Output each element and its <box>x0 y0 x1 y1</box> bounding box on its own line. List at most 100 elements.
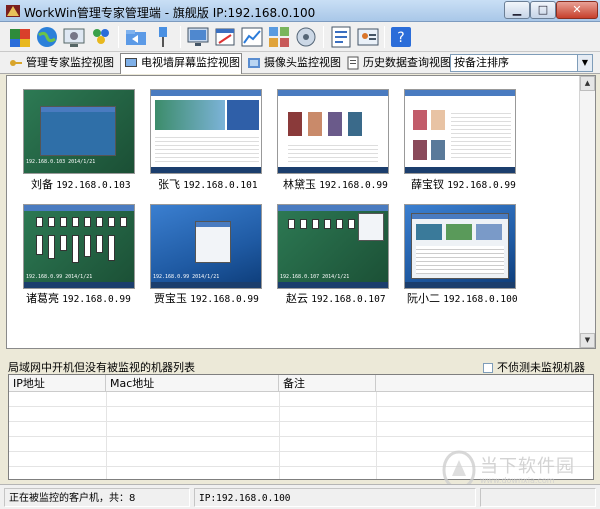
client-caption: 贾宝玉 192.168.0.99 <box>154 290 282 306</box>
watermark-text: 当下软件园 <box>480 456 575 477</box>
product-image <box>288 112 302 136</box>
folder-icon[interactable] <box>124 25 148 49</box>
context-menu-thumbnail <box>358 213 384 241</box>
tab-label: 电视墙屏幕监控视图 <box>141 56 240 69</box>
users-icon[interactable] <box>8 25 32 49</box>
webpage-text <box>288 142 378 164</box>
table-row <box>9 392 593 407</box>
client-ip: 192.168.0.99 <box>62 294 131 305</box>
screen-wall: 192.168.0.103 2014/1/21 刘备 192.168.0.103… <box>6 75 596 349</box>
client-name: 刘备 <box>31 178 53 191</box>
svg-text:?: ? <box>397 30 404 46</box>
playing-card <box>36 217 43 227</box>
disk-icon[interactable] <box>294 25 318 49</box>
gallery-icon[interactable] <box>267 25 291 49</box>
tab-history[interactable]: 历史数据查询视图 <box>343 54 451 73</box>
client-screen-thumbnail[interactable] <box>277 89 389 174</box>
taskbar <box>405 282 515 288</box>
people-icon[interactable] <box>89 25 113 49</box>
vertical-scrollbar[interactable]: ▲ ▼ <box>579 76 595 348</box>
settings-icon[interactable] <box>62 25 86 49</box>
overlay-info: 192.168.0.99 2014/1/21 <box>26 274 93 280</box>
unmonitored-list-title: 局域网中开机但没有被监视的机器列表 <box>8 361 195 374</box>
playing-card <box>288 219 295 229</box>
status-server-ip: IP:192.168.0.100 <box>194 488 476 507</box>
client-screen-thumbnail[interactable] <box>150 89 262 174</box>
client-ip: 192.168.0.99 <box>447 180 516 191</box>
column-header-note[interactable]: 备注 <box>279 375 376 392</box>
playing-card <box>312 219 319 229</box>
client-ip: 192.168.0.99 <box>319 180 388 191</box>
client-screen-thumbnail[interactable]: 192.168.0.107 2014/1/21 <box>277 204 389 289</box>
status-extra <box>480 488 596 507</box>
webpage-banner <box>155 100 225 130</box>
help-icon[interactable]: ? <box>389 25 413 49</box>
maximize-button[interactable]: □ <box>530 1 556 19</box>
toolbar-separator <box>118 26 119 48</box>
client-name: 诸葛亮 <box>26 292 59 305</box>
playing-card <box>96 217 103 227</box>
chevron-down-icon[interactable]: ▼ <box>577 55 592 71</box>
tab-camera[interactable]: 摄像头监控视图 <box>244 54 341 73</box>
nested-list <box>416 246 504 274</box>
globe-icon[interactable] <box>35 25 59 49</box>
client-caption: 诸葛亮 192.168.0.99 <box>26 290 154 306</box>
chart-icon[interactable] <box>240 25 264 49</box>
client-ip: 192.168.0.100 <box>443 294 518 305</box>
history-icon <box>347 56 359 70</box>
taskbar <box>151 167 261 173</box>
camera-icon <box>248 58 260 68</box>
start-menu-thumbnail <box>195 221 231 263</box>
overlay-info: 192.168.0.107 2014/1/21 <box>280 274 350 280</box>
client-ip: 192.168.0.99 <box>190 294 259 305</box>
client-screen-thumbnail[interactable]: 192.168.0.103 2014/1/21 <box>23 89 135 174</box>
product-image <box>413 140 427 160</box>
nested-thumbnail <box>416 224 442 240</box>
webpage-text <box>155 134 259 162</box>
playing-card <box>72 217 79 227</box>
tab-tv-wall[interactable]: 电视墙屏幕监控视图 <box>120 53 242 74</box>
client-screen-thumbnail[interactable]: 192.168.0.99 2014/1/21 <box>150 204 262 289</box>
scroll-up-icon[interactable]: ▲ <box>580 76 595 91</box>
client-screen-thumbnail[interactable]: 192.168.0.99 2014/1/21 <box>23 204 135 289</box>
tab-expert-monitor[interactable]: 管理专家监控视图 <box>6 54 114 73</box>
window-title-bar <box>151 90 261 96</box>
client-name: 林黛玉 <box>283 178 316 191</box>
playing-card <box>36 235 43 255</box>
checkbox-box[interactable] <box>483 363 493 373</box>
client-screen-thumbnail[interactable] <box>404 89 516 174</box>
product-image <box>328 112 342 136</box>
column-header-ip[interactable]: IP地址 <box>9 375 106 392</box>
client-screen-thumbnail[interactable] <box>404 204 516 289</box>
client-caption: 赵云 192.168.0.107 <box>286 290 414 306</box>
pin-icon[interactable] <box>151 25 175 49</box>
toolbar-separator <box>323 26 324 48</box>
tab-label: 摄像头监控视图 <box>264 56 341 69</box>
close-button[interactable]: ✕ <box>556 1 598 19</box>
user-card-icon[interactable] <box>356 25 380 49</box>
playing-card <box>120 217 127 227</box>
product-image <box>431 110 445 130</box>
client-caption: 林黛玉 192.168.0.99 <box>283 176 411 192</box>
window-thumbnail <box>40 106 116 156</box>
window-icon[interactable] <box>213 25 237 49</box>
product-image <box>431 140 445 160</box>
scroll-down-icon[interactable]: ▼ <box>580 333 595 348</box>
column-header-mac[interactable]: Mac地址 <box>106 375 279 392</box>
tab-label: 管理专家监控视图 <box>26 56 114 69</box>
nested-thumbnail <box>446 224 472 240</box>
playing-card <box>60 217 67 227</box>
no-detect-checkbox[interactable]: 不侦测未监视机器 <box>483 359 585 375</box>
product-image <box>348 112 362 136</box>
app-logo-icon <box>6 5 20 17</box>
sort-dropdown[interactable]: 按备注排序 ▼ <box>450 54 593 72</box>
minimize-button[interactable]: ▁ <box>504 1 530 19</box>
table-row <box>9 422 593 437</box>
webpage-text <box>451 110 511 160</box>
report-icon[interactable] <box>329 25 353 49</box>
monitor-icon[interactable] <box>186 25 210 49</box>
playing-card <box>84 217 91 227</box>
playing-card <box>108 217 115 227</box>
window-title-bar <box>412 214 508 219</box>
playing-card <box>324 219 331 229</box>
